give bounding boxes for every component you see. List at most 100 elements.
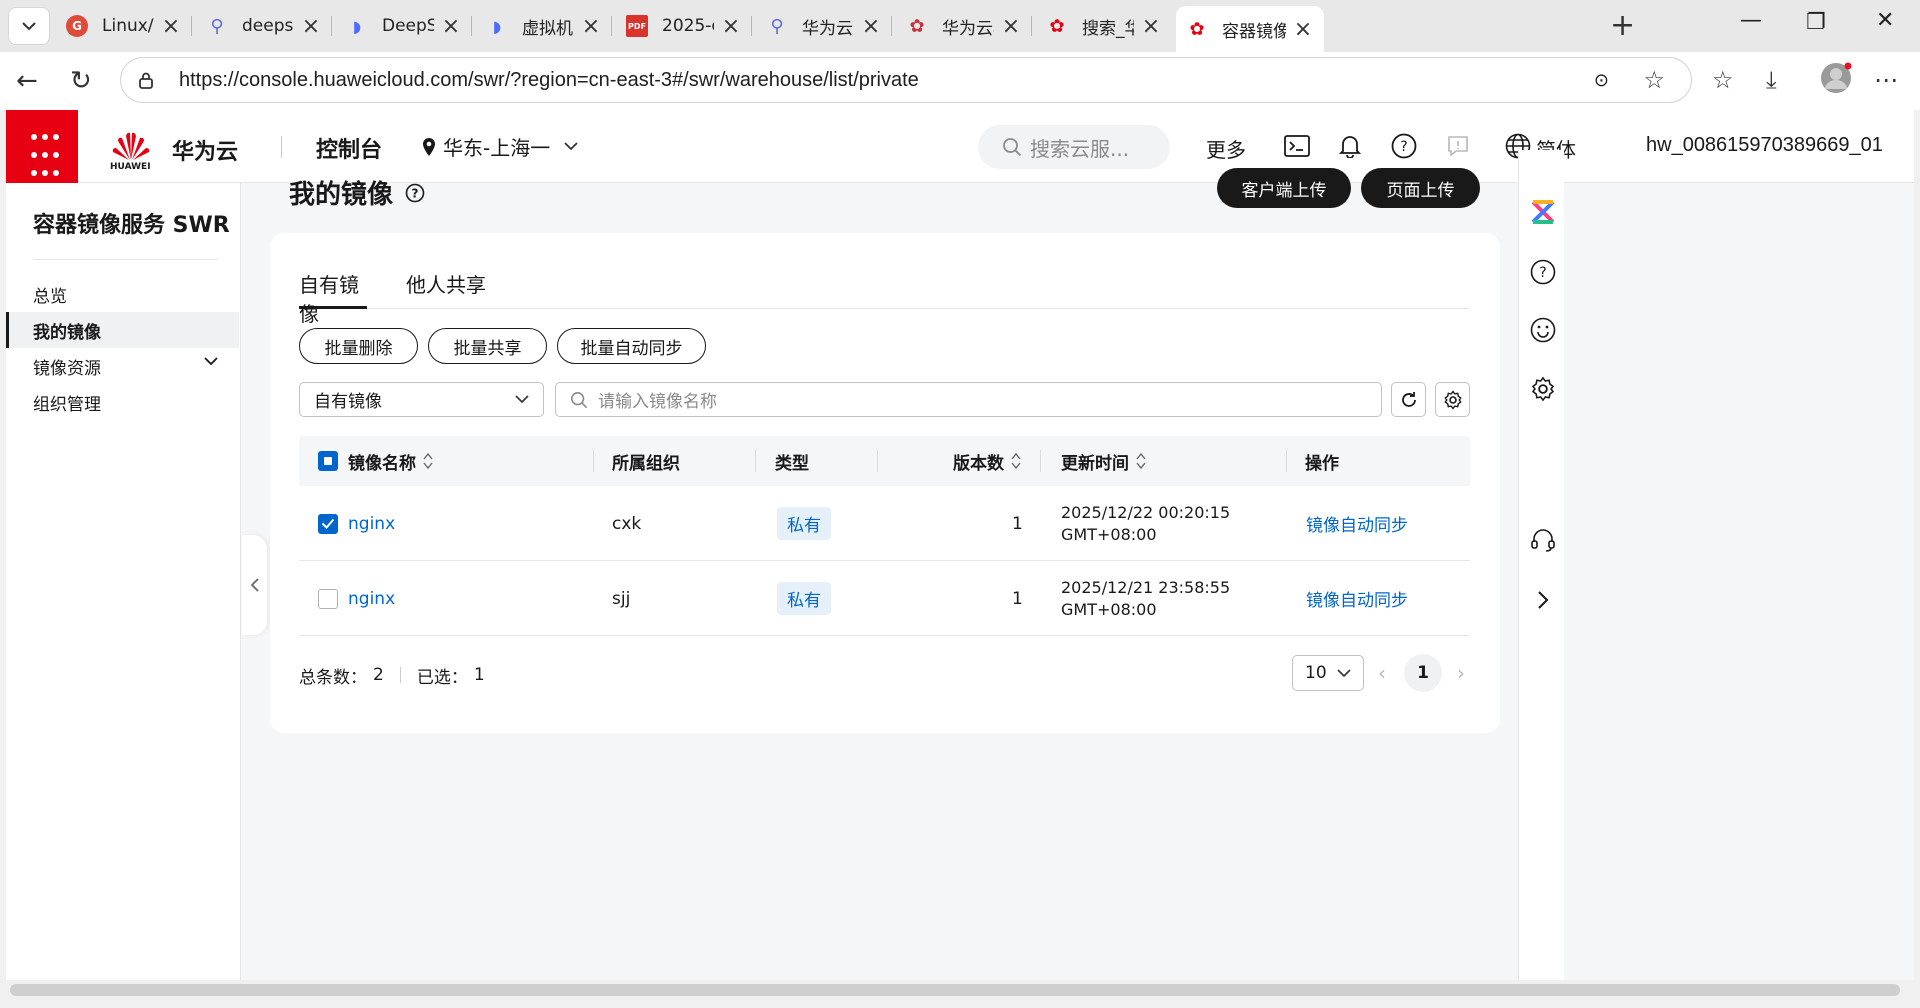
browser-tab[interactable]: ◗ 虚拟机IP冲 × [476,6,612,46]
sort-icon[interactable] [1135,452,1147,470]
gear-icon[interactable] [1529,375,1557,403]
versions-cell: 1 [1012,588,1023,609]
smiley-feedback-icon[interactable] [1529,316,1557,344]
close-tab-icon[interactable]: × [1000,14,1022,39]
help-icon[interactable]: ? [405,183,425,203]
browser-tab[interactable]: PDF 2025-docl × [616,6,752,46]
batch-delete-button[interactable]: 批量删除 [299,328,418,364]
column-separator [877,450,878,472]
horizontal-scrollbar[interactable] [10,984,1900,996]
batch-share-button[interactable]: 批量共享 [428,328,547,364]
row-checkbox[interactable] [318,588,338,609]
chevron-right-icon[interactable] [1529,586,1557,614]
help-icon[interactable]: ? [1529,258,1557,286]
account-menu[interactable]: hw_008615970389669_01 [1646,134,1883,157]
browser-tabstrip: G Linux/scrip × ⚲ deepseek × ◗ DeepSeek … [0,0,1920,52]
more-menu[interactable]: 更多 [1206,134,1246,163]
pdf-icon: PDF [626,15,648,37]
profile-avatar[interactable] [1820,62,1852,100]
page-number-current[interactable]: 1 [1404,654,1442,692]
tab-shared-images[interactable]: 他人共享 [406,269,486,309]
avatar-icon [1821,62,1852,93]
sidebar-item-image-resources[interactable]: 镜像资源 [6,348,239,384]
sidebar-collapse-button[interactable] [242,535,267,635]
browser-tab[interactable]: ✿ 华为云年终 × [896,6,1032,46]
tab-actions-menu-button[interactable] [8,7,50,45]
auto-sync-link[interactable]: 镜像自动同步 [1306,561,1408,636]
close-tab-icon[interactable]: × [1292,17,1314,42]
close-tab-icon[interactable]: × [300,14,322,39]
image-type-select[interactable]: 自有镜像 [299,382,544,417]
select-all-checkbox[interactable] [318,451,338,471]
prev-page-button[interactable]: ‹ [1378,661,1386,685]
service-list-button[interactable] [6,110,78,183]
browser-tab[interactable]: ⚲ deepseek × [196,6,332,46]
huawei-logo-icon: ✿ [1189,18,1205,40]
region-selector[interactable]: 华东-上海一 [421,132,578,161]
tab-title: 虚拟机IP冲 [522,18,574,39]
page-upload-button[interactable]: 页面上传 [1361,168,1480,208]
browser-tab[interactable]: ◗ DeepSeek × [336,6,472,46]
image-name-search-input[interactable]: 请输入镜像名称 [555,382,1382,417]
downloads-icon[interactable]: ⤓ [1766,66,1777,94]
favorite-star-icon[interactable]: ☆ [1643,66,1665,94]
ai-assistant-icon[interactable] [1529,198,1557,226]
favorites-icon[interactable]: ☆ [1712,66,1734,94]
tab-title: 华为云 - 拄 [802,18,854,39]
type-badge: 私有 [777,582,831,615]
help-icon[interactable]: ? [1390,132,1418,160]
console-header: HUAWEI 华为云 控制台 华东-上海一 搜索云服... 更多 ? 简体 [6,110,1914,183]
browser-tab[interactable]: ✿ 搜索_华为 × [1036,6,1172,46]
close-tab-icon[interactable]: × [860,14,882,39]
selected-count: 1 [473,665,485,685]
close-tab-icon[interactable]: × [160,14,182,39]
close-tab-icon[interactable]: × [1140,14,1162,39]
address-bar[interactable]: https://console.huaweicloud.com/swr/?reg… [120,57,1692,103]
refresh-button[interactable] [1391,382,1426,417]
select-all-cell: 镜像名称 [318,436,434,486]
close-tab-icon[interactable]: × [440,14,462,39]
tab-own-images[interactable]: 自有镜像 [299,269,367,326]
bell-icon[interactable] [1336,132,1364,160]
table-settings-button[interactable] [1435,382,1470,417]
sidebar-item-my-images[interactable]: 我的镜像 [6,312,239,348]
sort-icon[interactable] [422,452,434,470]
row-checkbox[interactable] [318,513,338,534]
sidebar-divider [33,259,218,260]
back-button[interactable]: ← [16,66,38,96]
next-page-button[interactable]: › [1457,661,1465,685]
page-size-select[interactable]: 10 [1292,655,1364,691]
browser-tab-active[interactable]: ✿ 容器镜像服 × [1176,6,1324,52]
close-window-button[interactable]: ✕ [1876,8,1894,33]
image-name-link[interactable]: nginx [348,486,395,561]
sidebar-item-overview[interactable]: 总览 [6,276,239,312]
client-upload-button[interactable]: 客户端上传 [1217,168,1351,208]
console-link[interactable]: 控制台 [316,132,382,164]
tab-separator [891,16,892,36]
batch-auto-sync-button[interactable]: 批量自动同步 [557,328,706,364]
sort-icon[interactable] [1010,452,1022,470]
brand-name[interactable]: 华为云 [172,134,238,166]
auto-sync-link[interactable]: 镜像自动同步 [1306,486,1408,561]
image-name-link[interactable]: nginx [348,561,395,636]
type-cell: 私有 [777,486,831,561]
tab-title: 2025-docl [662,16,714,36]
new-tab-button[interactable]: + [1610,8,1635,43]
tab-separator [1031,16,1032,36]
close-tab-icon[interactable]: × [720,14,742,39]
headset-support-icon[interactable] [1529,526,1557,554]
sidebar-item-org-management[interactable]: 组织管理 [6,384,239,420]
settings-more-icon[interactable]: ⋯ [1874,66,1898,94]
browser-tab[interactable]: G Linux/scrip × [56,6,192,46]
feedback-icon[interactable] [1444,132,1472,160]
more-options-icon[interactable]: ⊙ [1594,70,1609,91]
column-separator [593,450,594,472]
reload-button[interactable]: ↻ [70,66,92,96]
global-search-input[interactable]: 搜索云服... [978,125,1170,169]
close-tab-icon[interactable]: × [580,14,602,39]
restore-button[interactable]: ❐ [1806,10,1826,35]
chevron-left-icon [250,578,259,592]
cloud-shell-icon[interactable] [1283,132,1311,160]
minimize-button[interactable]: — [1740,8,1762,33]
browser-tab[interactable]: ⚲ 华为云 - 拄 × [756,6,892,46]
